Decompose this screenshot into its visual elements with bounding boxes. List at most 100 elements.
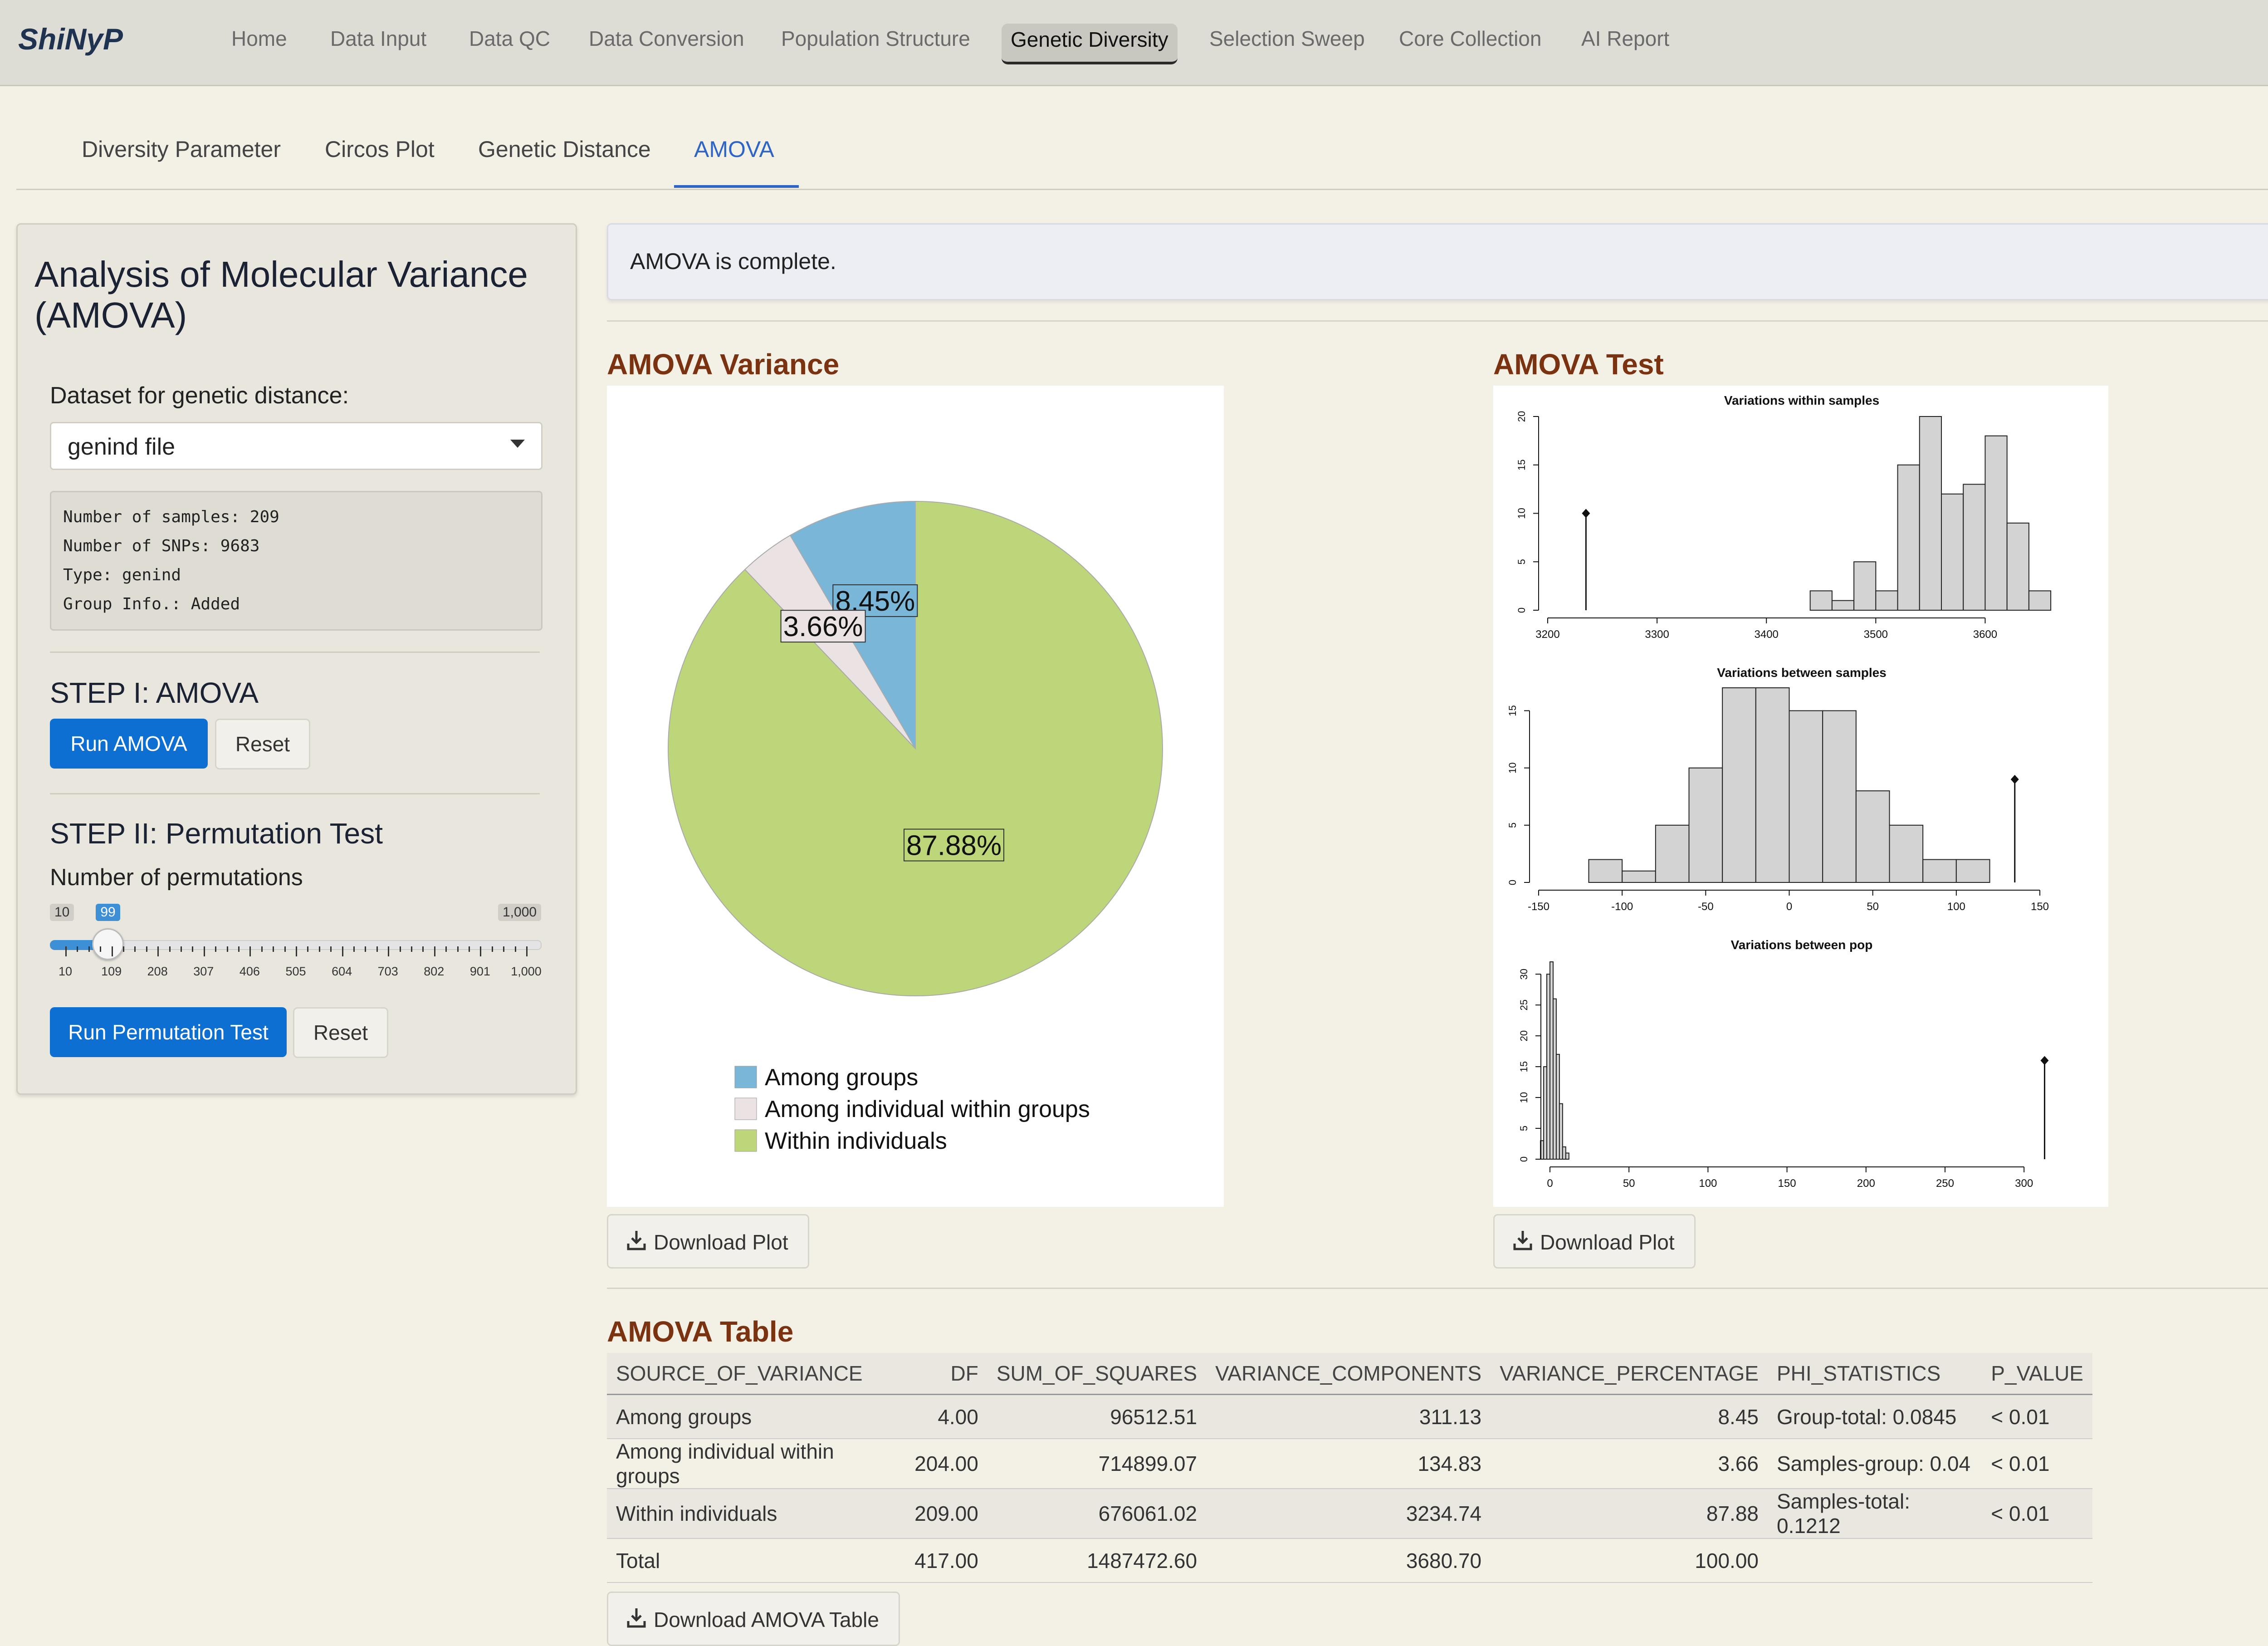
table-cell: 4.00	[905, 1394, 987, 1439]
x-axis-tick-label: 50	[1867, 901, 1879, 913]
slider-tick	[111, 946, 113, 956]
download-amova-table-button[interactable]: Download AMOVA Table	[607, 1592, 900, 1646]
table-header-row: SOURCE_OF_VARIANCE DF SUM_OF_SQUARES VAR…	[607, 1353, 2092, 1395]
download-icon	[627, 1231, 646, 1250]
x-axis-tick-label: -100	[1611, 901, 1633, 913]
legend-label: Among groups	[765, 1064, 918, 1091]
table-cell: Among individual within groups	[607, 1439, 906, 1489]
histogram-panel: Variations between pop0 50 100 150 200 250 300…	[1518, 938, 2049, 1190]
table-cell: Total	[607, 1538, 906, 1583]
download-icon	[1513, 1231, 1532, 1250]
nav-selection-sweep[interactable]: Selection Sweep	[1209, 26, 1365, 51]
table-cell: 676061.02	[987, 1489, 1207, 1539]
slider-tick-label: 406	[239, 965, 260, 978]
histogram-title: Variations between pop	[1731, 938, 1873, 952]
col-df[interactable]: DF	[905, 1353, 987, 1395]
table-cell: Group-total: 0.0845	[1768, 1394, 1982, 1439]
slider-tick	[203, 946, 205, 956]
x-axis-tick-label: 3400	[1755, 628, 1779, 641]
y-axis-tick-label: 30	[1518, 969, 1530, 980]
tab-amova[interactable]: AMOVA	[694, 136, 774, 162]
x-axis-tick-label: -50	[1698, 901, 1714, 913]
table-cell: 3234.74	[1206, 1489, 1491, 1539]
x-axis-tick-label: 50	[1623, 1177, 1635, 1190]
y-axis-tick-label: 15	[1507, 705, 1518, 716]
slider-minor-tick	[226, 946, 228, 952]
col-variance-percentage[interactable]: VARIANCE_PERCENTAGE	[1491, 1353, 1768, 1395]
nav-data-qc[interactable]: Data QC	[469, 26, 550, 51]
nav-ai-report[interactable]: AI Report	[1581, 26, 1669, 51]
y-axis-tick-label: 10	[1507, 762, 1518, 773]
histogram-bar	[1897, 464, 1920, 611]
histogram-bar	[1789, 710, 1823, 883]
nav-population-structure[interactable]: Population Structure	[781, 26, 970, 51]
y-axis-tick-label: 20	[1518, 1030, 1530, 1041]
table-cell: 204.00	[905, 1439, 987, 1489]
x-axis-tick-label: 100	[1699, 1177, 1717, 1190]
brand-logo[interactable]: ShiNyP	[18, 22, 123, 56]
x-axis-tick-label: 3500	[1864, 628, 1888, 641]
y-axis-tick-label: 5	[1516, 559, 1527, 564]
col-sum-of-squares[interactable]: SUM_OF_SQUARES	[987, 1353, 1207, 1395]
nav-core-collection[interactable]: Core Collection	[1399, 26, 1541, 51]
col-variance-components[interactable]: VARIANCE_COMPONENTS	[1206, 1353, 1491, 1395]
histogram-panel: Variations within samples 3200 3300 3400 350…	[1516, 393, 2052, 641]
nav-data-conversion[interactable]: Data Conversion	[589, 26, 744, 51]
reset-permutation-button[interactable]: Reset	[293, 1007, 388, 1058]
slider-tick	[388, 946, 390, 956]
tab-genetic-distance[interactable]: Genetic Distance	[478, 136, 651, 162]
tab-divider	[16, 189, 2268, 190]
col-p-value[interactable]: P_VALUE	[1982, 1353, 2092, 1395]
main-divider	[607, 1288, 2268, 1289]
histogram-bar	[1543, 1066, 1548, 1160]
amova-variance-plot: 8.45% 3.66% 87.88% Among groups Among indiv…	[607, 386, 1224, 1207]
sidebar-divider	[50, 652, 540, 653]
permutations-label: Number of permutations	[50, 864, 303, 891]
nav-home[interactable]: Home	[231, 26, 287, 51]
table-cell: < 0.01	[1982, 1439, 2092, 1489]
histogram-bar	[1722, 687, 1756, 883]
y-axis-tick-label: 0	[1518, 1156, 1530, 1162]
observed-marker	[2040, 1056, 2049, 1065]
slider-minor-tick	[503, 946, 505, 952]
download-test-plot-label: Download Plot	[1540, 1230, 1675, 1254]
histogram-bar	[1546, 974, 1550, 1160]
reset-amova-button[interactable]: Reset	[215, 719, 310, 769]
x-axis-tick-label: 3200	[1535, 628, 1559, 641]
dataset-info-box: Number of samples: 209 Number of SNPs: 9…	[50, 491, 543, 631]
histogram-bar	[2028, 590, 2052, 611]
step1-title: STEP I: AMOVA	[50, 676, 259, 709]
download-variance-plot-label: Download Plot	[654, 1230, 788, 1254]
download-test-plot-button[interactable]: Download Plot	[1493, 1214, 1696, 1269]
y-axis-tick-label: 20	[1516, 411, 1527, 422]
slider-tick	[65, 946, 67, 956]
slider-tick-label: 10	[58, 965, 73, 978]
histogram-bar	[1941, 493, 1964, 611]
tab-circos-plot[interactable]: Circos Plot	[325, 136, 435, 162]
col-source[interactable]: SOURCE_OF_VARIANCE	[607, 1353, 906, 1395]
slider-minor-tick	[514, 946, 516, 952]
download-variance-plot-button[interactable]: Download Plot	[607, 1214, 809, 1269]
histogram-bar	[2006, 522, 2029, 611]
slider-tick	[526, 946, 528, 956]
slider-handle[interactable]	[92, 928, 124, 960]
y-axis-tick-label: 0	[1516, 607, 1527, 613]
table-row: Within individuals 209.00 676061.02 3234…	[607, 1489, 2092, 1539]
histogram-bar	[1559, 1103, 1563, 1160]
slider-minor-tick	[238, 946, 240, 952]
col-phi-statistics[interactable]: PHI_STATISTICS	[1768, 1353, 1982, 1395]
info-type: Type: genind	[63, 566, 181, 584]
top-navbar: ShiNyP Home Data Input Data QC Data Conv…	[0, 0, 2268, 86]
slider-minor-tick	[307, 946, 309, 952]
run-amova-button[interactable]: Run AMOVA	[50, 719, 208, 769]
run-permutation-test-button[interactable]: Run Permutation Test	[50, 1007, 287, 1057]
x-axis-tick-label: 150	[2031, 901, 2049, 913]
dataset-select[interactable]: genind file	[50, 422, 543, 470]
nav-data-input[interactable]: Data Input	[330, 26, 426, 51]
nav-genetic-diversity[interactable]: Genetic Diversity	[1002, 24, 1178, 64]
table-cell: 3.66	[1491, 1439, 1768, 1489]
table-cell: < 0.01	[1982, 1394, 2092, 1439]
amova-test-title: AMOVA Test	[1493, 348, 1664, 381]
tab-diversity-parameter[interactable]: Diversity Parameter	[82, 136, 281, 162]
histogram-panel: Variations between samples-150 -100 -50 0 50…	[1507, 666, 2049, 913]
